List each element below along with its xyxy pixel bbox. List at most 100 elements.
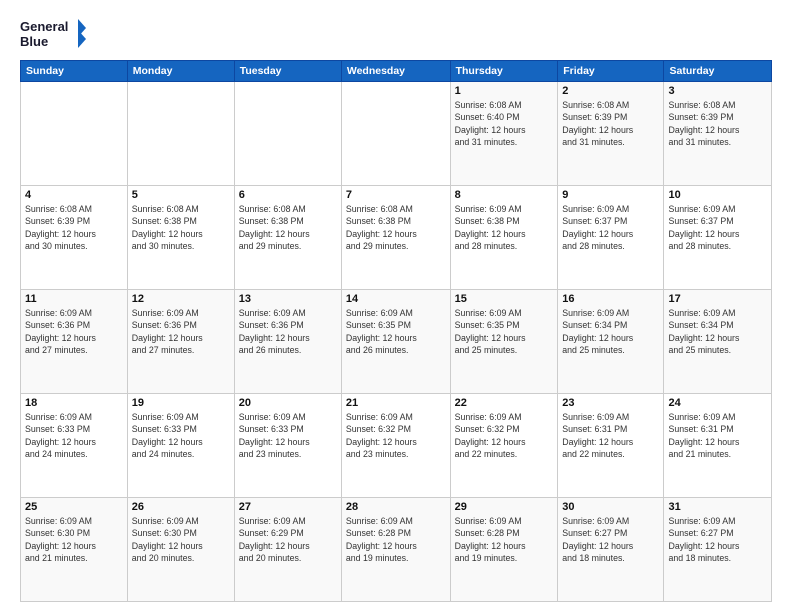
calendar-header-saturday: Saturday bbox=[664, 61, 772, 82]
calendar-cell bbox=[21, 82, 128, 186]
calendar-cell: 18 Sunrise: 6:09 AMSunset: 6:33 PMDayligh… bbox=[21, 394, 128, 498]
calendar-header-thursday: Thursday bbox=[450, 61, 558, 82]
calendar-cell: 5 Sunrise: 6:08 AMSunset: 6:38 PMDaylight… bbox=[127, 186, 234, 290]
calendar-cell: 2 Sunrise: 6:08 AMSunset: 6:39 PMDaylight… bbox=[558, 82, 664, 186]
calendar-week-row: 1 Sunrise: 6:08 AMSunset: 6:40 PMDaylight… bbox=[21, 82, 772, 186]
calendar-cell: 3 Sunrise: 6:08 AMSunset: 6:39 PMDaylight… bbox=[664, 82, 772, 186]
calendar-cell: 30 Sunrise: 6:09 AMSunset: 6:27 PMDayligh… bbox=[558, 498, 664, 602]
calendar-cell: 7 Sunrise: 6:08 AMSunset: 6:38 PMDaylight… bbox=[341, 186, 450, 290]
day-info: Sunrise: 6:08 AMSunset: 6:40 PMDaylight:… bbox=[455, 99, 554, 148]
calendar-header-sunday: Sunday bbox=[21, 61, 128, 82]
calendar-cell: 16 Sunrise: 6:09 AMSunset: 6:34 PMDayligh… bbox=[558, 290, 664, 394]
day-info: Sunrise: 6:09 AMSunset: 6:33 PMDaylight:… bbox=[239, 411, 337, 460]
svg-text:Blue: Blue bbox=[20, 34, 48, 49]
logo: General Blue bbox=[20, 16, 90, 52]
day-info: Sunrise: 6:09 AMSunset: 6:33 PMDaylight:… bbox=[25, 411, 123, 460]
day-info: Sunrise: 6:08 AMSunset: 6:38 PMDaylight:… bbox=[346, 203, 446, 252]
day-number: 4 bbox=[25, 189, 123, 201]
day-number: 2 bbox=[562, 85, 659, 97]
day-number: 24 bbox=[668, 397, 767, 409]
page: General Blue SundayMondayTuesdayWednesda… bbox=[0, 0, 792, 612]
day-number: 8 bbox=[455, 189, 554, 201]
day-info: Sunrise: 6:09 AMSunset: 6:33 PMDaylight:… bbox=[132, 411, 230, 460]
day-number: 17 bbox=[668, 293, 767, 305]
calendar-cell bbox=[341, 82, 450, 186]
day-info: Sunrise: 6:09 AMSunset: 6:35 PMDaylight:… bbox=[455, 307, 554, 356]
day-info: Sunrise: 6:09 AMSunset: 6:28 PMDaylight:… bbox=[455, 515, 554, 564]
calendar-header-wednesday: Wednesday bbox=[341, 61, 450, 82]
calendar-cell: 23Sunrise: 6:09 AMSunset: 6:31 PMDayligh… bbox=[558, 394, 664, 498]
calendar-cell: 1 Sunrise: 6:08 AMSunset: 6:40 PMDaylight… bbox=[450, 82, 558, 186]
calendar-cell: 25 Sunrise: 6:09 AMSunset: 6:30 PMDayligh… bbox=[21, 498, 128, 602]
svg-text:General: General bbox=[20, 19, 68, 34]
calendar-cell: 19Sunrise: 6:09 AMSunset: 6:33 PMDayligh… bbox=[127, 394, 234, 498]
calendar-cell: 4Sunrise: 6:08 AMSunset: 6:39 PMDaylight… bbox=[21, 186, 128, 290]
calendar-cell: 17 Sunrise: 6:09 AMSunset: 6:34 PMDayligh… bbox=[664, 290, 772, 394]
day-info: Sunrise: 6:09 AMSunset: 6:27 PMDaylight:… bbox=[562, 515, 659, 564]
calendar-cell: 14Sunrise: 6:09 AMSunset: 6:35 PMDayligh… bbox=[341, 290, 450, 394]
day-info: Sunrise: 6:09 AMSunset: 6:32 PMDaylight:… bbox=[455, 411, 554, 460]
day-info: Sunrise: 6:09 AMSunset: 6:36 PMDaylight:… bbox=[239, 307, 337, 356]
day-info: Sunrise: 6:09 AMSunset: 6:38 PMDaylight:… bbox=[455, 203, 554, 252]
calendar-cell: 22 Sunrise: 6:09 AMSunset: 6:32 PMDayligh… bbox=[450, 394, 558, 498]
day-number: 20 bbox=[239, 397, 337, 409]
day-number: 7 bbox=[346, 189, 446, 201]
day-info: Sunrise: 6:09 AMSunset: 6:36 PMDaylight:… bbox=[132, 307, 230, 356]
day-info: Sunrise: 6:09 AMSunset: 6:32 PMDaylight:… bbox=[346, 411, 446, 460]
calendar-cell: 9 Sunrise: 6:09 AMSunset: 6:37 PMDaylight… bbox=[558, 186, 664, 290]
day-info: Sunrise: 6:09 AMSunset: 6:34 PMDaylight:… bbox=[562, 307, 659, 356]
header: General Blue bbox=[20, 16, 772, 52]
calendar-header-tuesday: Tuesday bbox=[234, 61, 341, 82]
calendar-cell: 27Sunrise: 6:09 AMSunset: 6:29 PMDayligh… bbox=[234, 498, 341, 602]
calendar-cell: 15 Sunrise: 6:09 AMSunset: 6:35 PMDayligh… bbox=[450, 290, 558, 394]
day-info: Sunrise: 6:08 AMSunset: 6:39 PMDaylight:… bbox=[668, 99, 767, 148]
day-number: 10 bbox=[668, 189, 767, 201]
day-number: 28 bbox=[346, 501, 446, 513]
day-info: Sunrise: 6:09 AMSunset: 6:27 PMDaylight:… bbox=[668, 515, 767, 564]
day-info: Sunrise: 6:09 AMSunset: 6:30 PMDaylight:… bbox=[25, 515, 123, 564]
day-number: 3 bbox=[668, 85, 767, 97]
calendar-cell: 29 Sunrise: 6:09 AMSunset: 6:28 PMDayligh… bbox=[450, 498, 558, 602]
day-number: 11 bbox=[25, 293, 123, 305]
day-number: 5 bbox=[132, 189, 230, 201]
day-number: 30 bbox=[562, 501, 659, 513]
day-number: 6 bbox=[239, 189, 337, 201]
logo-svg: General Blue bbox=[20, 16, 90, 52]
day-info: Sunrise: 6:08 AMSunset: 6:38 PMDaylight:… bbox=[132, 203, 230, 252]
calendar-header-row: SundayMondayTuesdayWednesdayThursdayFrid… bbox=[21, 61, 772, 82]
day-number: 25 bbox=[25, 501, 123, 513]
day-number: 22 bbox=[455, 397, 554, 409]
day-info: Sunrise: 6:09 AMSunset: 6:29 PMDaylight:… bbox=[239, 515, 337, 564]
day-number: 29 bbox=[455, 501, 554, 513]
day-info: Sunrise: 6:09 AMSunset: 6:34 PMDaylight:… bbox=[668, 307, 767, 356]
calendar-week-row: 4Sunrise: 6:08 AMSunset: 6:39 PMDaylight… bbox=[21, 186, 772, 290]
calendar-cell: 21 Sunrise: 6:09 AMSunset: 6:32 PMDayligh… bbox=[341, 394, 450, 498]
day-number: 18 bbox=[25, 397, 123, 409]
calendar-cell: 31 Sunrise: 6:09 AMSunset: 6:27 PMDayligh… bbox=[664, 498, 772, 602]
day-info: Sunrise: 6:09 AMSunset: 6:37 PMDaylight:… bbox=[562, 203, 659, 252]
day-number: 31 bbox=[668, 501, 767, 513]
day-info: Sunrise: 6:09 AMSunset: 6:35 PMDaylight:… bbox=[346, 307, 446, 356]
day-info: Sunrise: 6:08 AMSunset: 6:39 PMDaylight:… bbox=[562, 99, 659, 148]
day-info: Sunrise: 6:09 AMSunset: 6:36 PMDaylight:… bbox=[25, 307, 123, 356]
calendar-cell: 12 Sunrise: 6:09 AMSunset: 6:36 PMDayligh… bbox=[127, 290, 234, 394]
day-number: 21 bbox=[346, 397, 446, 409]
calendar-cell: 11 Sunrise: 6:09 AMSunset: 6:36 PMDayligh… bbox=[21, 290, 128, 394]
calendar-cell: 28Sunrise: 6:09 AMSunset: 6:28 PMDayligh… bbox=[341, 498, 450, 602]
day-info: Sunrise: 6:09 AMSunset: 6:30 PMDaylight:… bbox=[132, 515, 230, 564]
day-number: 12 bbox=[132, 293, 230, 305]
day-number: 1 bbox=[455, 85, 554, 97]
day-number: 9 bbox=[562, 189, 659, 201]
day-info: Sunrise: 6:08 AMSunset: 6:38 PMDaylight:… bbox=[239, 203, 337, 252]
day-info: Sunrise: 6:09 AMSunset: 6:31 PMDaylight:… bbox=[562, 411, 659, 460]
calendar-header-friday: Friday bbox=[558, 61, 664, 82]
calendar-cell: 8 Sunrise: 6:09 AMSunset: 6:38 PMDaylight… bbox=[450, 186, 558, 290]
calendar-cell bbox=[127, 82, 234, 186]
calendar-cell: 24 Sunrise: 6:09 AMSunset: 6:31 PMDayligh… bbox=[664, 394, 772, 498]
calendar-cell: 10Sunrise: 6:09 AMSunset: 6:37 PMDayligh… bbox=[664, 186, 772, 290]
day-number: 15 bbox=[455, 293, 554, 305]
calendar-week-row: 11 Sunrise: 6:09 AMSunset: 6:36 PMDayligh… bbox=[21, 290, 772, 394]
day-info: Sunrise: 6:09 AMSunset: 6:31 PMDaylight:… bbox=[668, 411, 767, 460]
day-number: 16 bbox=[562, 293, 659, 305]
day-number: 13 bbox=[239, 293, 337, 305]
